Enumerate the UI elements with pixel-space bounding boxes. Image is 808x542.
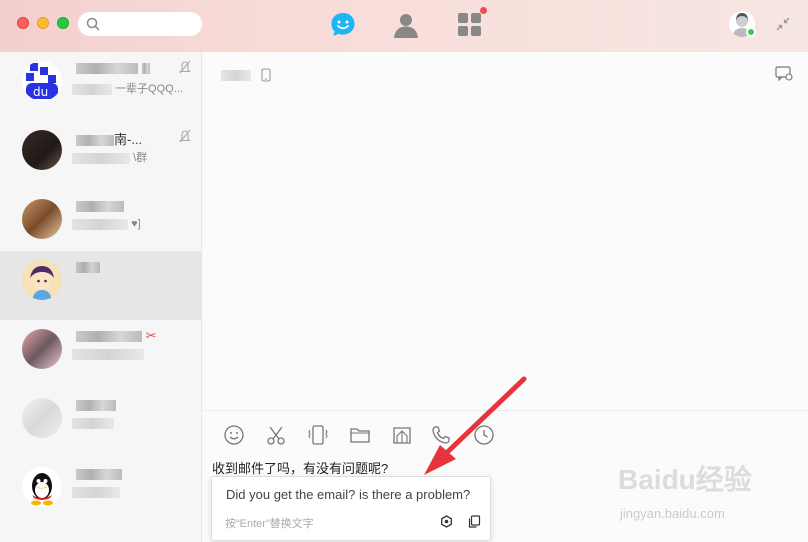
conversation-item[interactable]: [0, 389, 201, 458]
conversation-preview: [72, 486, 120, 498]
mobile-device-icon: [261, 68, 271, 82]
minimize-window-button[interactable]: [37, 17, 49, 29]
watermark-logo: Baidu经验: [618, 464, 752, 495]
conversation-preview: [72, 417, 114, 429]
emoji-icon[interactable]: [223, 424, 245, 446]
folder-icon[interactable]: [349, 424, 371, 446]
annotation-arrow: [424, 376, 527, 475]
translate-settings-icon[interactable]: [440, 515, 453, 528]
copy-icon[interactable]: [468, 515, 481, 528]
avatar: [22, 130, 62, 170]
title-bar: [0, 0, 808, 52]
translation-hint: 按“Enter”替换文字: [225, 518, 314, 530]
chat-settings-icon[interactable]: [775, 66, 793, 82]
conversation-preview: [72, 348, 144, 360]
translation-text[interactable]: Did you get the email? is there a proble…: [226, 487, 470, 502]
avatar: [22, 329, 62, 369]
conversation-name: [76, 60, 150, 75]
message-input[interactable]: 收到邮件了吗，有没有问题呢?: [212, 458, 388, 477]
translation-popup[interactable]: Did you get the email? is there a proble…: [211, 476, 491, 541]
conversation-item[interactable]: ✂: [0, 320, 201, 389]
conversation-list: du 一辈子QQQ... 南-... \群 ♥] ✂: [0, 52, 202, 542]
avatar: du: [22, 61, 62, 101]
avatar: [22, 260, 62, 300]
online-status-dot: [746, 27, 756, 37]
conversation-item[interactable]: 南-... \群: [0, 121, 201, 190]
conversation-item[interactable]: [0, 458, 201, 527]
conversation-preview: ♥]: [72, 218, 141, 230]
conversation-item[interactable]: ♥]: [0, 190, 201, 259]
conversation-item[interactable]: du 一辈子QQQ...: [0, 52, 201, 121]
mute-icon: [179, 60, 191, 74]
conversation-name: [76, 198, 124, 213]
svg-text:du: du: [33, 85, 48, 99]
apps-notification-dot: [480, 7, 487, 14]
apps-icon[interactable]: [456, 11, 484, 39]
watermark-url: jingyan.baidu.com: [620, 506, 725, 521]
search-icon: [86, 17, 100, 31]
conversation-item-active[interactable]: [0, 251, 201, 320]
avatar: [22, 398, 62, 438]
avatar: [22, 467, 62, 507]
conversation-name: 南-...: [76, 129, 142, 148]
chat-title: [221, 68, 251, 82]
shrink-window-icon[interactable]: [776, 17, 790, 31]
avatar: [22, 199, 62, 239]
screenshot-icon[interactable]: [265, 424, 287, 446]
contacts-icon[interactable]: [392, 11, 420, 39]
close-window-button[interactable]: [17, 17, 29, 29]
conversation-name: [76, 397, 116, 412]
conversation-name: ✂: [76, 328, 157, 344]
mute-icon: [179, 129, 191, 143]
search-input[interactable]: [78, 12, 202, 36]
maximize-window-button[interactable]: [57, 17, 69, 29]
conversation-preview: \群: [72, 149, 147, 165]
conversation-name: [76, 259, 100, 274]
shake-icon[interactable]: [307, 424, 329, 446]
chat-icon[interactable]: [329, 11, 357, 39]
conversation-preview: 一辈子QQQ...: [72, 80, 183, 96]
conversation-name: [76, 466, 122, 481]
